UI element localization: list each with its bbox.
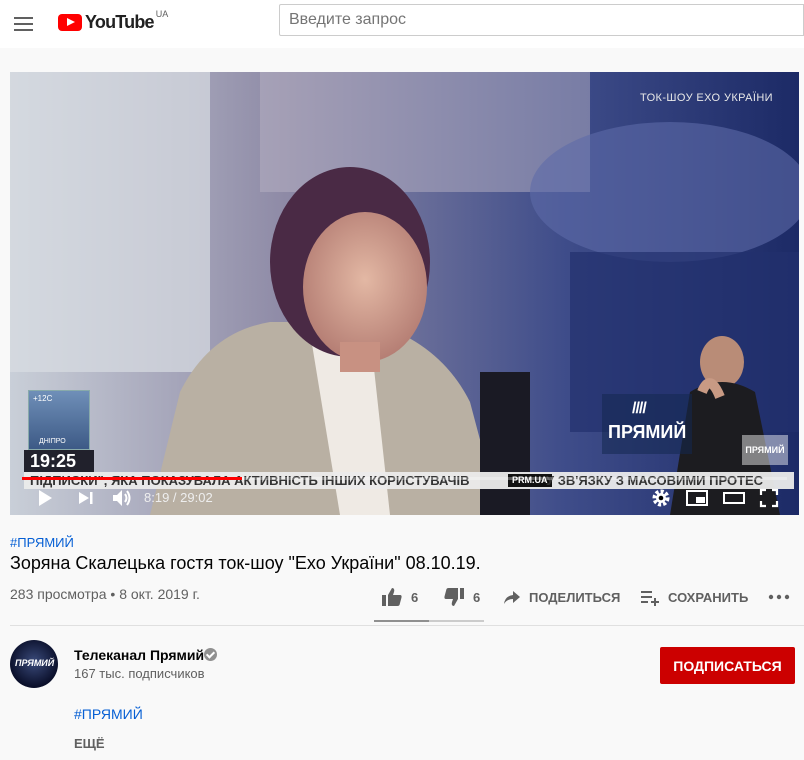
player-controls: 8:19 / 29:02	[10, 472, 799, 515]
divider	[10, 625, 804, 626]
next-icon[interactable]	[77, 488, 95, 508]
progress-bar[interactable]	[22, 477, 787, 480]
fullscreen-icon[interactable]	[759, 488, 779, 508]
miniplayer-icon[interactable]	[686, 488, 708, 508]
save-label: СОХРАНИТЬ	[668, 589, 749, 605]
logo-text: YouTube	[85, 11, 155, 32]
more-actions-button[interactable]	[768, 586, 798, 608]
weather-temp: +12C	[33, 394, 53, 403]
time-total: 29:02	[180, 490, 213, 505]
channel-avatar[interactable]: ПРЯМИЙ	[10, 640, 58, 688]
subscriber-count: 167 тыс. подписчиков	[74, 666, 205, 681]
sentiment-likes	[374, 620, 429, 622]
channel-name[interactable]: Телеканал Прямий	[74, 647, 204, 663]
dislike-button[interactable]: 6	[443, 586, 480, 608]
search-input[interactable]	[280, 5, 803, 35]
settings-gear-icon[interactable]	[651, 488, 671, 508]
video-meta: 283 просмотра • 8 окт. 2019 г.	[10, 586, 200, 602]
video-title: Зоряна Скалецька гостя ток-шоу "Ехо Укра…	[10, 553, 481, 573]
more-horiz-icon	[768, 594, 790, 600]
view-count: 283 просмотра	[10, 586, 107, 602]
weather-widget: +12C ДНІПРО	[28, 390, 90, 450]
playlist-add-icon	[641, 591, 659, 606]
menu-icon[interactable]	[12, 12, 36, 36]
save-button[interactable]: СОХРАНИТЬ	[640, 586, 748, 608]
share-label: ПОДЕЛИТЬСЯ	[529, 589, 621, 605]
upload-date: 8 окт. 2019 г.	[119, 586, 200, 602]
thumbs-down-icon	[444, 588, 464, 606]
share-button[interactable]: ПОДЕЛИТЬСЯ	[503, 586, 620, 608]
logo-country-code: UA	[155, 9, 169, 19]
thumbs-up-icon	[382, 588, 402, 606]
youtube-play-icon	[58, 13, 82, 31]
time-current: 8:19	[144, 490, 170, 505]
video-hashtag[interactable]: #ПРЯМИЙ	[10, 535, 74, 550]
show-logo: ТОК-ШОУ ЕХО УКРАЇНИ	[639, 92, 773, 104]
time-separator: /	[169, 490, 181, 505]
play-icon[interactable]	[36, 488, 54, 508]
search-box	[279, 4, 804, 36]
sentiment-bar	[374, 620, 484, 622]
show-more-button[interactable]: ЕЩЁ	[74, 736, 105, 751]
meta-separator: •	[106, 586, 120, 602]
tv-clock: 19:25	[24, 450, 94, 472]
description-hashtag[interactable]: #ПРЯМИЙ	[74, 706, 143, 722]
verified-check-icon	[204, 648, 217, 661]
brand-name: ПРЯМИЙ	[608, 422, 687, 442]
time-display: 8:19 / 29:02	[144, 490, 213, 505]
masthead: YouTube UA	[0, 0, 804, 48]
channel-watermark[interactable]: ПРЯМИЙ	[742, 435, 788, 465]
video-player[interactable]: ТОК-ШОУ ЕХО УКРАЇНИ +12C ДНІПРО //// ПРЯ…	[10, 72, 799, 515]
dislike-count: 6	[473, 589, 481, 605]
youtube-logo[interactable]: YouTube UA	[58, 9, 169, 34]
avatar-text: ПРЯМИЙ	[15, 658, 55, 668]
like-count: 6	[411, 589, 419, 605]
theater-mode-icon[interactable]	[723, 488, 745, 508]
channel-brand-overlay: //// ПРЯМИЙ	[602, 394, 692, 454]
share-arrow-icon	[504, 591, 520, 604]
weather-city: ДНІПРО	[39, 438, 66, 445]
like-button[interactable]: 6	[381, 586, 418, 608]
volume-icon[interactable]	[111, 488, 133, 508]
subscribe-button[interactable]: ПОДПИСАТЬСЯ	[660, 647, 795, 684]
brand-bars: ////	[632, 400, 647, 417]
progress-played	[22, 477, 242, 480]
